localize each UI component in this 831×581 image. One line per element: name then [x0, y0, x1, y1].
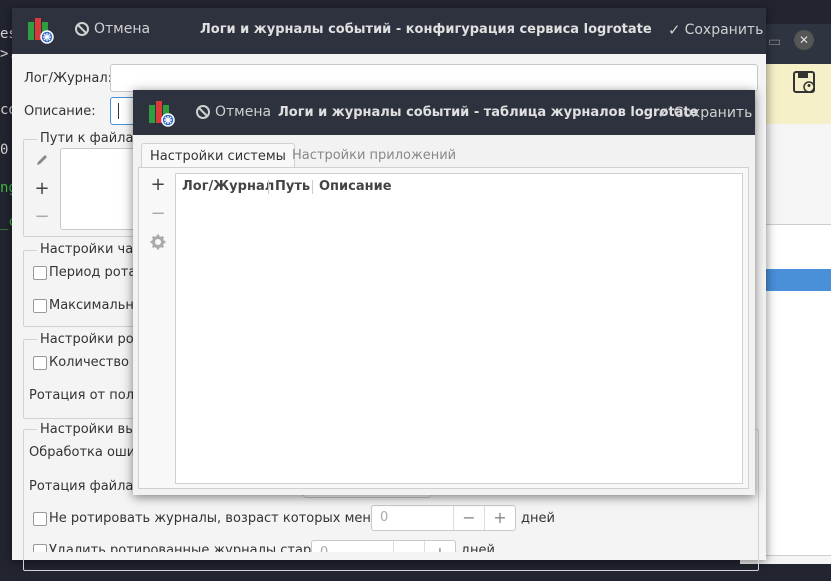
close-icon[interactable]: ✕ — [794, 30, 814, 50]
gear-icon — [150, 234, 166, 250]
save-label: Сохранить — [684, 22, 764, 38]
decrement-button[interactable]: − — [453, 506, 484, 530]
terminal-text: 0 — [0, 142, 9, 158]
cancel-label: Отмена — [215, 104, 272, 120]
remove-path-button[interactable]: − — [30, 204, 54, 228]
rotate-file-label: Ротация файла ж — [29, 479, 150, 494]
config-window-titlebar: Отмена Логи и журналы событий - конфигур… — [12, 8, 766, 54]
column-separator — [268, 180, 269, 194]
dialog-titlebar: Отмена Логи и журналы событий - таблица … — [133, 90, 755, 135]
pencil-icon — [37, 155, 47, 165]
delete-checkbox[interactable] — [33, 544, 47, 552]
rotation-group-title: Настройки рот — [37, 332, 145, 347]
cancel-icon — [75, 22, 89, 36]
error-handling-label: Обработка ошиб — [29, 445, 144, 460]
plus-icon: + — [34, 177, 50, 199]
remove-row-button[interactable]: − — [146, 201, 170, 225]
max-label: Максимальн — [49, 298, 134, 313]
no-rotate-value[interactable]: 0 — [372, 506, 453, 530]
no-rotate-spinner[interactable]: 0 − + — [371, 505, 516, 531]
column-header-log[interactable]: Лог/Журнал — [182, 179, 274, 194]
delete-value[interactable]: 0 — [312, 541, 393, 552]
minus-icon: − — [34, 205, 50, 227]
days-label: дней — [521, 511, 555, 526]
save-label: Сохранить — [673, 105, 753, 121]
edit-path-button[interactable] — [30, 148, 54, 172]
file-count-label: Количество ф — [49, 355, 145, 370]
column-separator — [312, 180, 313, 194]
checkmark-icon: ✓ — [668, 21, 681, 39]
paths-group-title: Пути к файлам — [37, 131, 147, 146]
delete-label: Удалить ротированные журналы старше — [49, 543, 332, 552]
minimize-icon[interactable]: ▭ — [768, 34, 781, 50]
rotation-period-checkbox[interactable] — [33, 266, 47, 280]
add-row-button[interactable]: + — [146, 172, 170, 196]
text-cursor — [118, 103, 119, 119]
tab-system-settings[interactable]: Настройки системы — [141, 143, 295, 168]
rotation-user-label: Ротация от поль — [29, 388, 142, 403]
tab-page: + − Лог/Журнал Путь Описание — [138, 167, 749, 489]
no-rotate-label: Не ротировать журналы, возраст которых м… — [49, 511, 399, 526]
column-header-path[interactable]: Путь — [275, 179, 310, 194]
app-logo-icon — [28, 18, 54, 44]
app-logo-icon — [149, 101, 175, 127]
file-count-checkbox[interactable] — [33, 356, 47, 370]
selected-row[interactable] — [761, 269, 831, 291]
cancel-label: Отмена — [94, 21, 151, 37]
window-title: Логи и журналы событий - конфигурация се… — [200, 22, 652, 37]
log-input[interactable] — [110, 64, 758, 92]
days-label: дней — [461, 543, 495, 552]
plus-icon: + — [150, 173, 166, 195]
cancel-button[interactable]: Отмена — [195, 104, 271, 120]
clipped-row: Удалить ротированные журналы старше 0 − … — [12, 538, 766, 552]
save-button[interactable]: ✓ Сохранить — [657, 104, 752, 122]
checkmark-icon: ✓ — [657, 104, 670, 122]
journal-table-dialog: Отмена Логи и журналы событий - таблица … — [133, 90, 755, 495]
settings-row-button[interactable] — [146, 230, 170, 254]
delete-spinner[interactable]: 0 − + — [311, 540, 456, 552]
increment-button[interactable]: + — [484, 506, 515, 530]
paths-list[interactable] — [60, 148, 140, 230]
max-checkbox[interactable] — [33, 299, 47, 313]
cancel-icon — [196, 105, 210, 119]
column-header-description[interactable]: Описание — [319, 179, 392, 194]
background-list — [760, 224, 831, 556]
minus-icon: − — [150, 202, 166, 224]
add-path-button[interactable]: + — [30, 176, 54, 200]
dialog-title: Логи и журналы событий - таблица журнало… — [278, 105, 699, 120]
increment-button[interactable]: + — [424, 541, 455, 552]
no-rotate-checkbox[interactable] — [33, 512, 47, 526]
log-label: Лог/Журнал: — [24, 71, 113, 86]
decrement-button[interactable]: − — [393, 541, 424, 552]
save-button[interactable]: ✓ Сохранить — [668, 21, 763, 39]
choice-group-title: Настройки выб — [37, 422, 147, 437]
cancel-button[interactable]: Отмена — [74, 21, 150, 37]
journal-table[interactable]: Лог/Журнал Путь Описание — [175, 173, 743, 484]
save-file-icon[interactable] — [792, 70, 818, 96]
description-label: Описание: — [24, 104, 96, 119]
tab-app-settings[interactable]: Настройки приложений — [292, 148, 456, 163]
